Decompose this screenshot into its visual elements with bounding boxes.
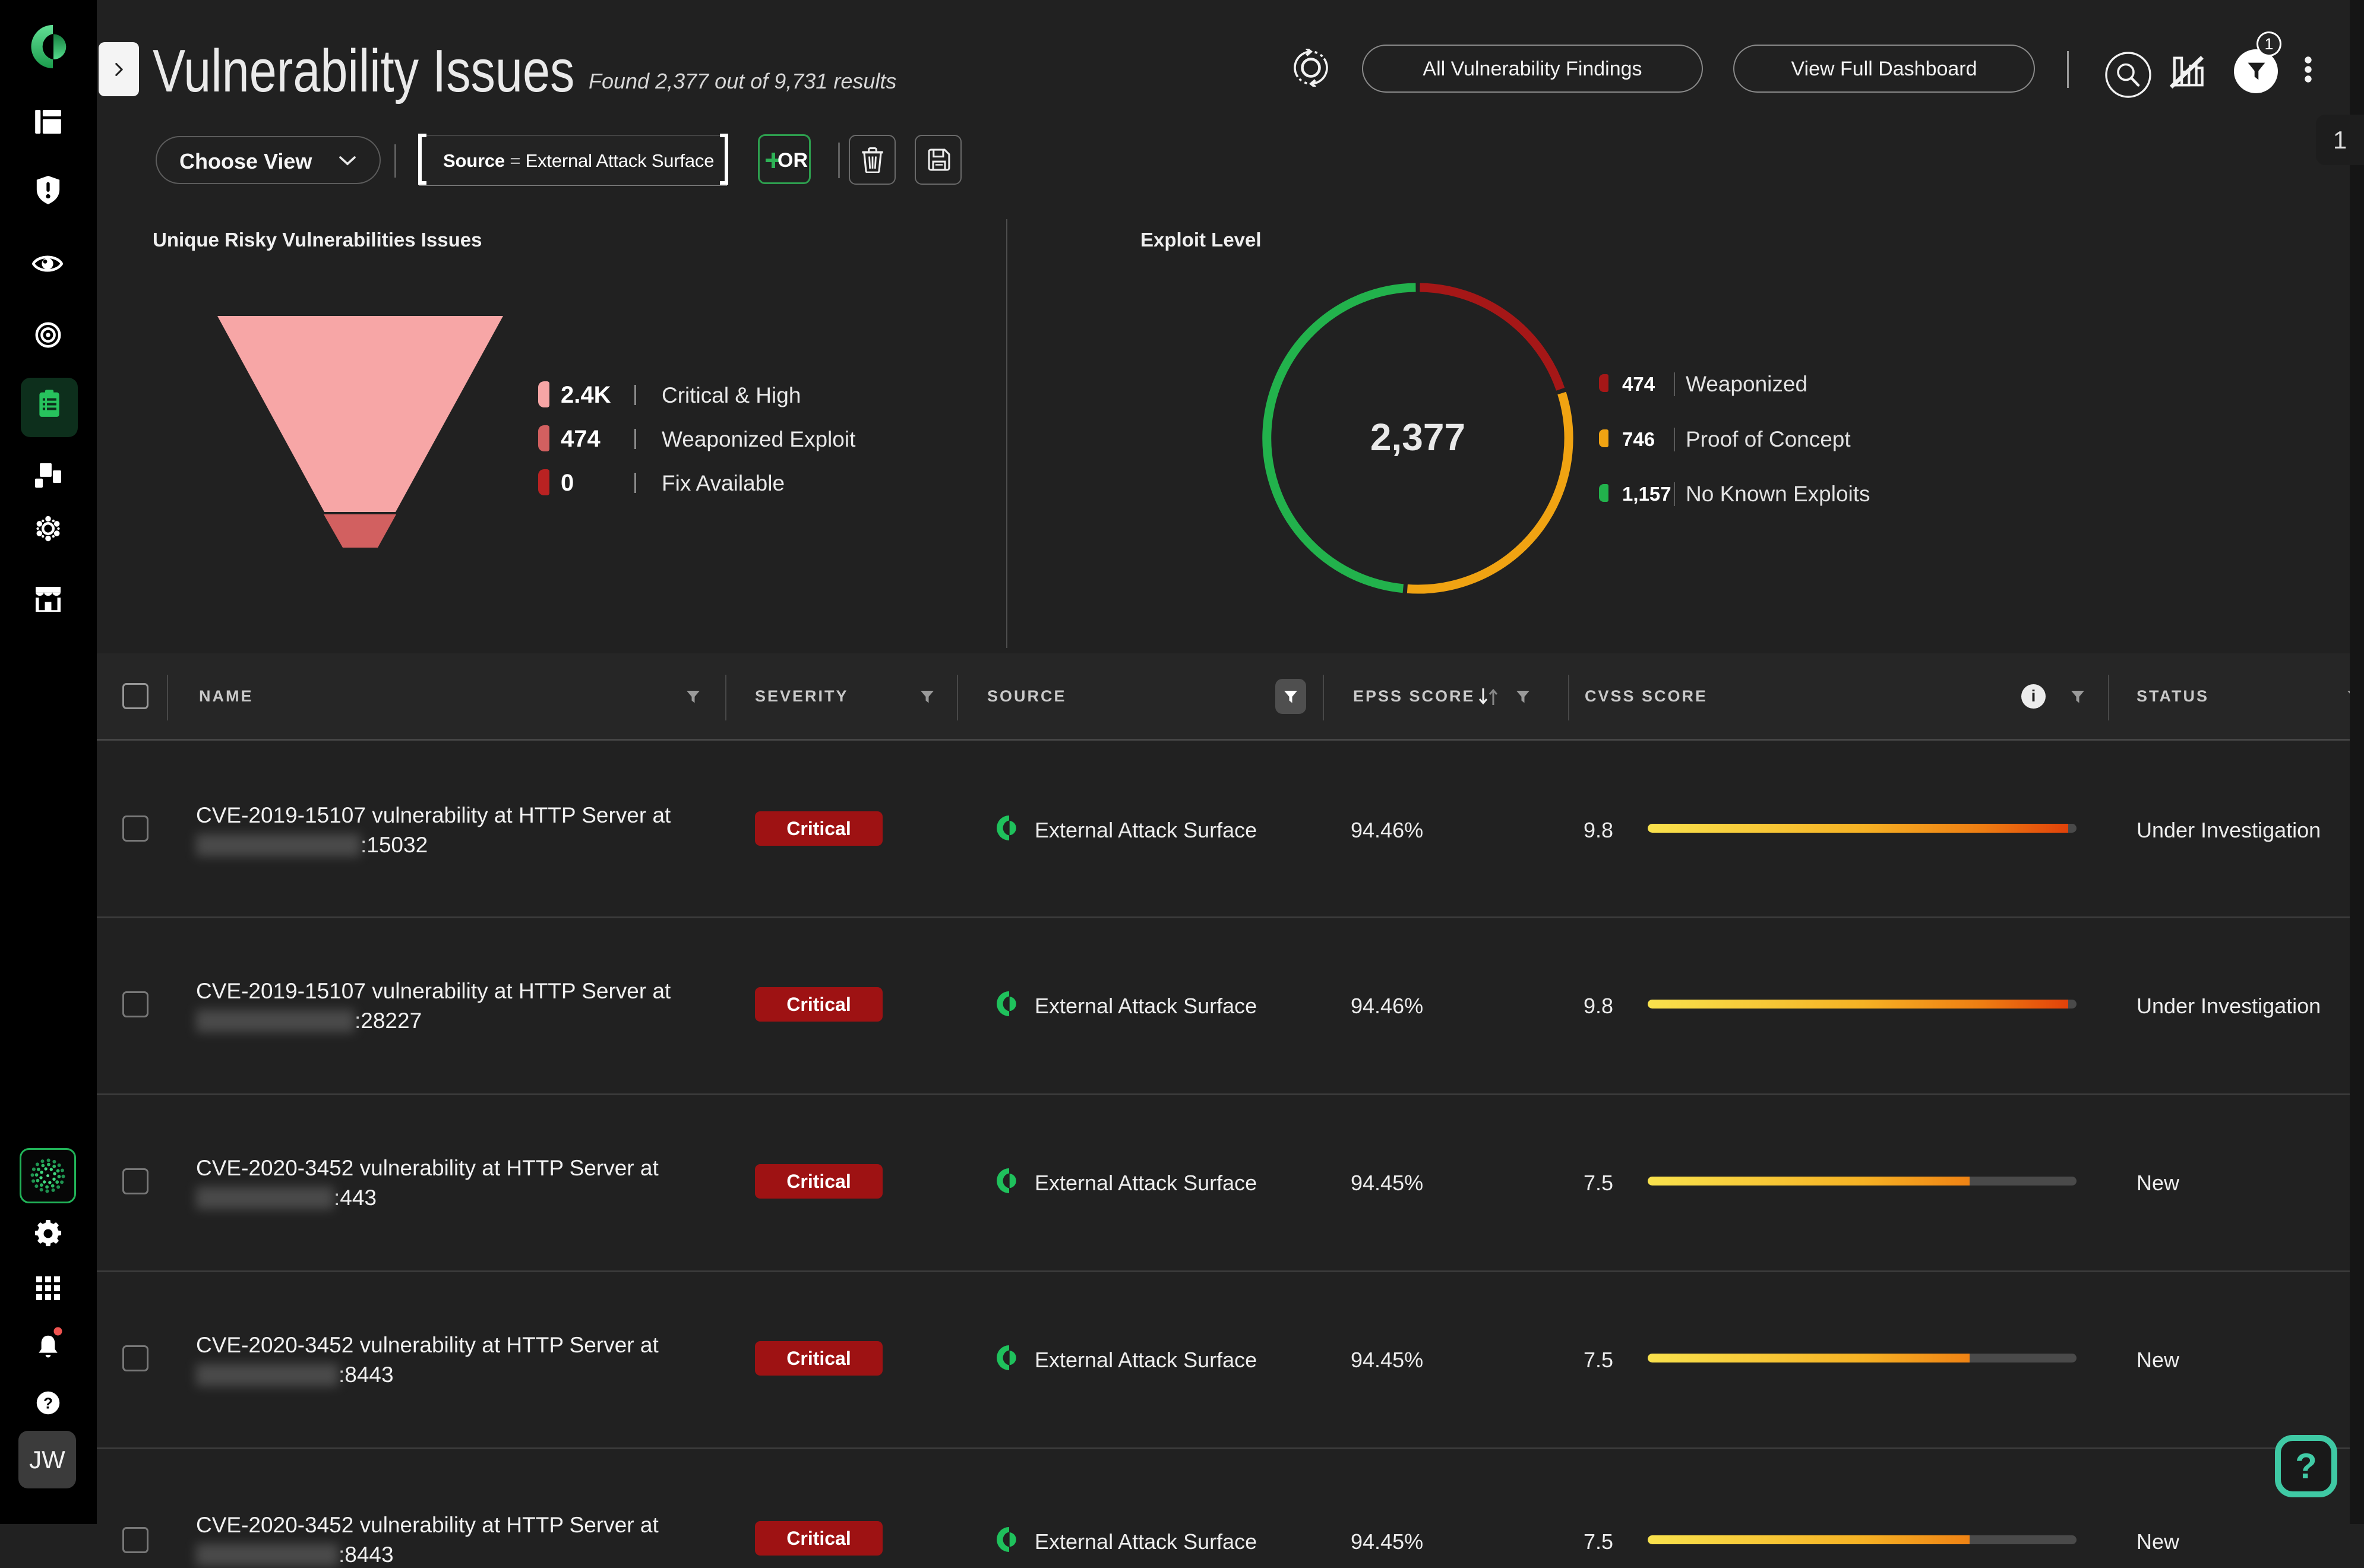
svg-text:?: ? — [43, 1395, 53, 1412]
